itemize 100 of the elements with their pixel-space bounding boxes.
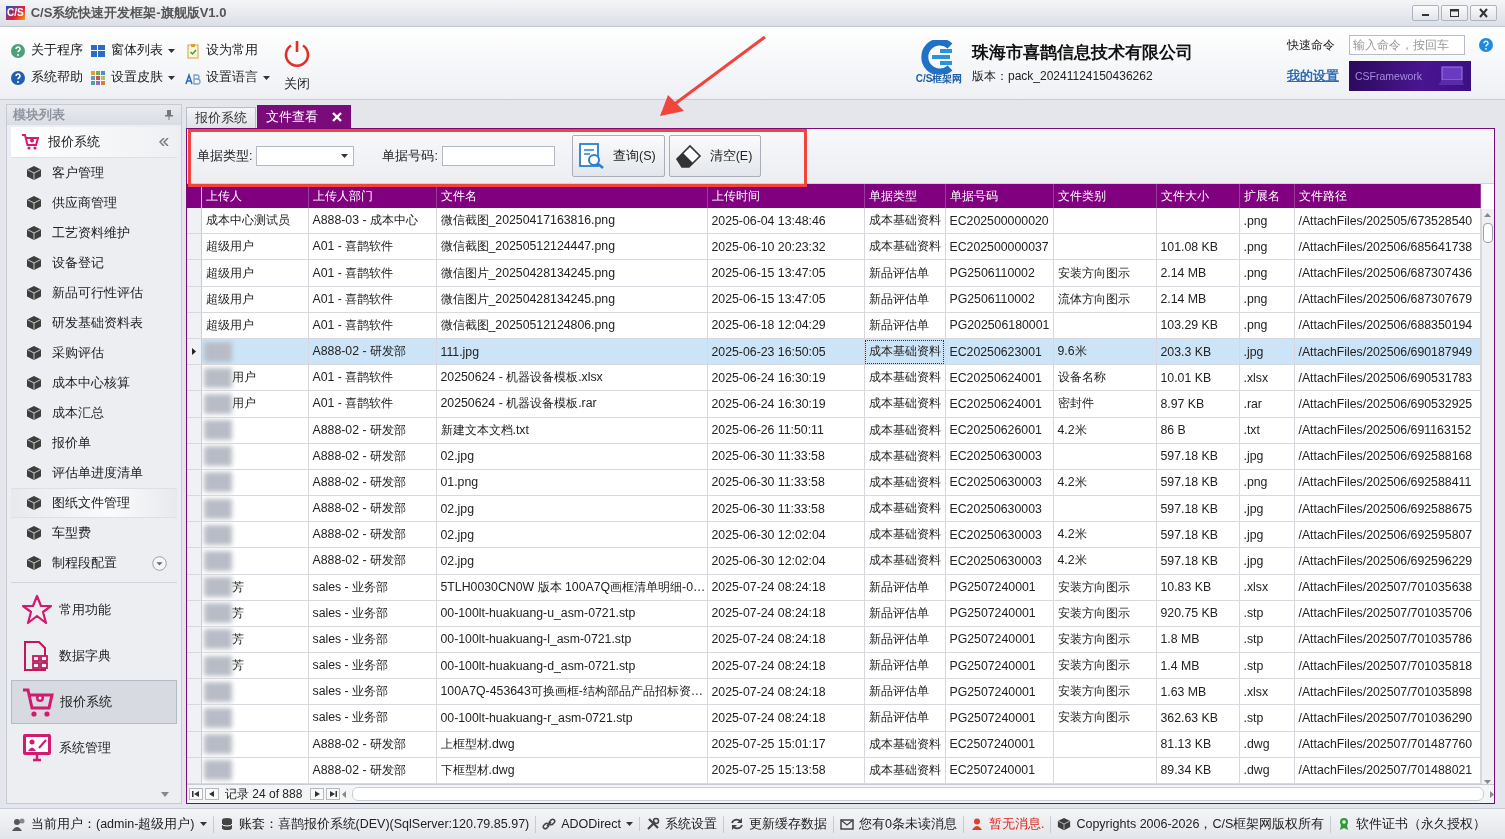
horizontal-scrollbar[interactable] (352, 787, 1484, 801)
ribbon-button[interactable]: 设为常用 (185, 42, 270, 59)
command-field[interactable]: 输入命令，按回车 (1349, 35, 1465, 55)
minimize-icon[interactable] (1412, 5, 1439, 21)
table-cell: /AttachFiles/202506/690531783 (1294, 364, 1480, 391)
table-cell: sales - 业务部 (308, 704, 436, 732)
banner-text: CSFramework (1355, 70, 1423, 82)
collapse-icon[interactable] (159, 138, 169, 146)
maximize-icon[interactable] (1441, 5, 1468, 21)
status-item[interactable]: 系统设置 (640, 815, 724, 833)
ribbon-button[interactable]: 系统帮助 (10, 69, 90, 86)
status-item[interactable]: 暂无消息. (963, 815, 1052, 833)
table-cell: A888-02 - 研发部 (308, 338, 436, 365)
table-cell: EC20250626001 (945, 417, 1053, 444)
nav-button[interactable]: 常用功能 (11, 588, 177, 632)
table-cell: 超级用户 (205, 316, 254, 334)
table-cell: 2025-07-24 08:24:18 (707, 704, 864, 732)
status-item[interactable]: 当前用户：(admin-超级用户) (6, 815, 214, 833)
table-cell: 2025-06-30 11:33:58 (707, 443, 864, 470)
table-cell: 超级用户 (205, 290, 254, 308)
sidebar-item[interactable]: 报价单 (11, 428, 177, 458)
table-cell: 81.13 KB (1156, 731, 1239, 758)
ribbon-button[interactable]: 窗体列表 (90, 42, 185, 59)
ribbon-button[interactable]: 设置皮肤 (90, 69, 185, 86)
table-cell: 成本中心测试员 (205, 212, 290, 230)
table-cell: 超级用户 (205, 238, 254, 256)
ribbon-button[interactable]: 设置语言 (185, 69, 270, 86)
cart-icon (22, 686, 54, 718)
table-cell: 89.34 KB (1156, 757, 1239, 784)
sidebar-item[interactable]: 客户管理 (11, 158, 177, 188)
scroll-down-icon[interactable] (152, 555, 167, 571)
sidebar-item[interactable]: 采购评估 (11, 338, 177, 368)
cube-icon (26, 525, 42, 541)
table-cell: /AttachFiles/202507/701487760 (1294, 731, 1480, 758)
nav-button[interactable]: 数据字典 (11, 634, 177, 678)
status-item[interactable]: 更新缓存数据 (724, 815, 834, 833)
sidebar-item[interactable]: 工艺资料维护 (11, 218, 177, 248)
input-field[interactable] (441, 146, 555, 166)
sidebar-item[interactable]: 研发基础资料表 (11, 308, 177, 338)
last-icon[interactable] (327, 789, 340, 799)
sidebar-item[interactable]: 成本汇总 (11, 398, 177, 428)
cube-icon (26, 315, 42, 331)
status-item[interactable]: Copyrights 2006-2026，C/S框架网版权所有 (1051, 815, 1332, 833)
sidebar-item[interactable]: 新品可行性评估 (11, 278, 177, 308)
table-cell: 密封件 (1053, 390, 1156, 417)
table-cell: 安装方向图示 (1053, 574, 1156, 601)
caret-icon (168, 48, 175, 53)
column-header[interactable]: 扩展名 (1239, 184, 1294, 209)
table-cell: 微信图片_20250428134245.png (436, 260, 707, 287)
column-header[interactable]: 文件类别 (1053, 184, 1156, 209)
filter-button[interactable]: 清空(E) (668, 135, 762, 177)
sidebar-item[interactable]: 设备登记 (11, 248, 177, 278)
chevron-down-icon[interactable] (161, 792, 169, 797)
sidebar-item[interactable]: 成本中心核算 (11, 368, 177, 398)
table-cell: 芳 (231, 604, 244, 622)
status-item[interactable]: ADODirect (536, 817, 640, 831)
close-icon[interactable] (1470, 5, 1497, 21)
help-icon[interactable] (1479, 38, 1493, 52)
settings-link[interactable]: 我的设置 (1287, 67, 1339, 85)
status-item[interactable]: 账套：喜鹊报价系统(DEV)(SqlServer:120.79.85.97) (213, 815, 537, 833)
status-item[interactable]: 您有0条未读消息 (834, 815, 964, 833)
pin-icon[interactable] (165, 110, 173, 120)
tab[interactable]: 报价系统 (186, 107, 256, 128)
column-header[interactable]: 文件大小 (1156, 184, 1239, 209)
row-indicator-icon (191, 348, 196, 356)
sidebar-item[interactable]: 图纸文件管理 (11, 488, 177, 518)
palette-icon (90, 69, 106, 86)
table-cell: A01 - 喜鹊软件 (308, 233, 436, 260)
sidebar-item[interactable]: 评估单进度清单 (11, 458, 177, 488)
column-header[interactable]: 单据号码 (945, 184, 1053, 209)
sidebar-item[interactable]: 供应商管理 (11, 188, 177, 218)
status-item[interactable]: 软件证书（永久授权） (1331, 815, 1493, 833)
command-label: 快速命令 (1287, 36, 1336, 54)
filter-button[interactable]: 查询(S) (571, 135, 665, 177)
ribbon-button[interactable]: 关于程序 (10, 42, 90, 59)
table-cell: 2025-06-10 20:23:32 (707, 233, 864, 260)
column-header[interactable]: 文件路径 (1294, 184, 1480, 209)
group-header[interactable]: 报价系统 (11, 127, 177, 158)
cube-icon (26, 285, 42, 301)
combo-field[interactable] (256, 146, 355, 166)
scroll-thumb[interactable] (1482, 223, 1493, 243)
table-cell: 2025-06-30 11:33:58 (707, 469, 864, 496)
nav-button[interactable]: 报价系统 (11, 680, 177, 724)
table-cell: 2025-06-23 16:50:05 (707, 338, 864, 365)
close-button[interactable]: 关闭 (282, 37, 312, 93)
table-cell: EC20250630003 (945, 521, 1053, 548)
table-cell: 2.14 MB (1156, 260, 1239, 287)
column-header[interactable]: 单据类型 (864, 184, 945, 209)
first-icon[interactable] (190, 789, 202, 799)
sidebar-item[interactable]: 制程段配置 (11, 548, 177, 578)
tab[interactable]: 文件查看 (257, 105, 351, 128)
table-cell: 成本基础资料 (864, 364, 945, 391)
nav-button[interactable]: 系统管理 (11, 726, 177, 770)
table-cell: 2025-07-24 08:24:18 (707, 600, 864, 627)
table-cell: PG2506110002 (945, 286, 1053, 313)
table-cell: A01 - 喜鹊软件 (308, 260, 436, 287)
tools-icon (646, 817, 660, 831)
cube-icon (26, 555, 42, 571)
table-cell: 安装方向图示 (1053, 260, 1156, 287)
sidebar-item[interactable]: 车型费 (11, 518, 177, 548)
